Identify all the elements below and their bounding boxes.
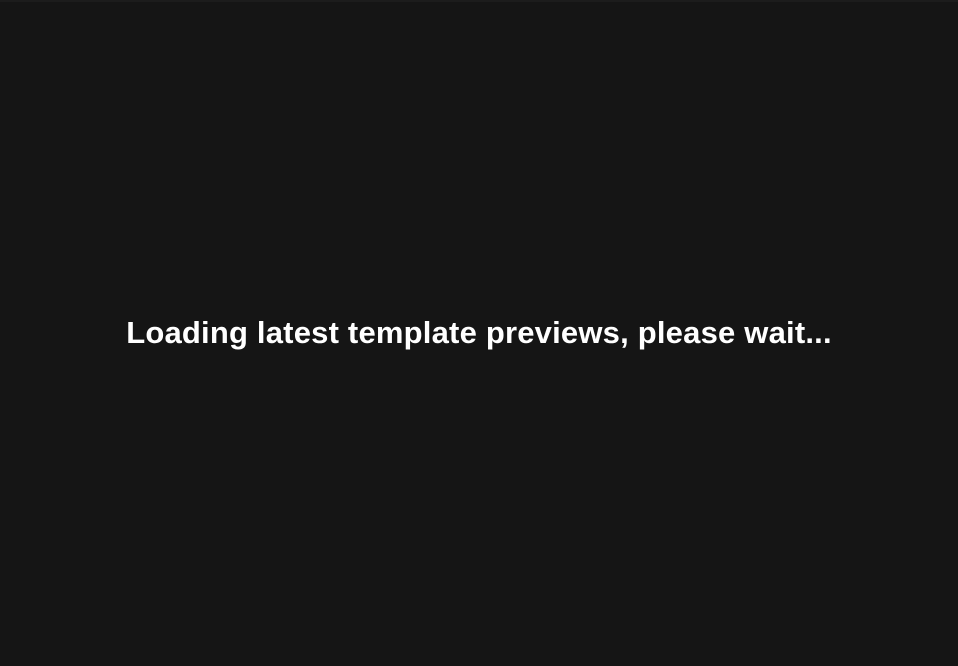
loading-screen: Loading latest template previews, please… (0, 0, 958, 666)
loading-message: Loading latest template previews, please… (126, 315, 832, 350)
